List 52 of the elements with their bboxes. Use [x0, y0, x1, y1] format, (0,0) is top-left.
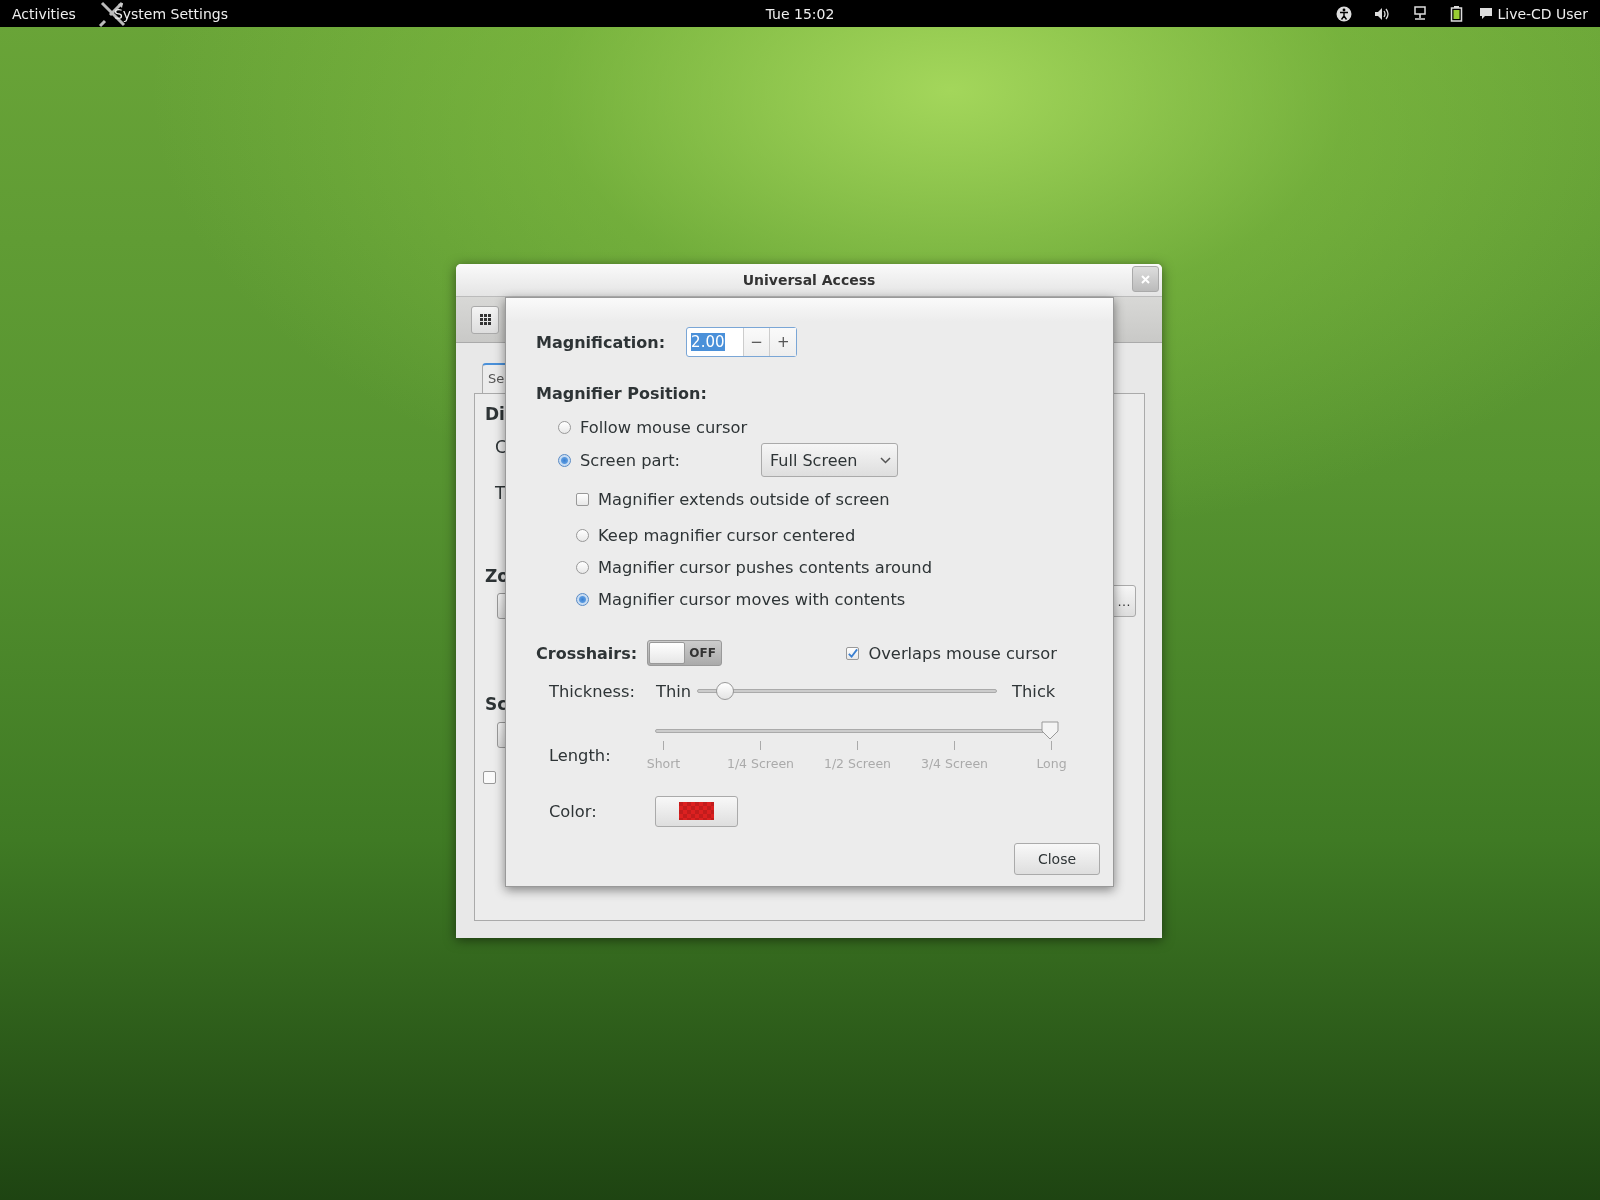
window-title: Universal Access [742, 272, 876, 288]
radio-button[interactable] [576, 528, 589, 542]
setting-label: T [494, 483, 506, 503]
scale-label: Thin [656, 681, 692, 701]
option-label: Keep magnifier cursor centered [598, 525, 856, 545]
close-icon [1140, 273, 1151, 285]
close-button[interactable]: Close [1014, 843, 1100, 875]
thickness-slider[interactable] [697, 681, 998, 701]
section-heading: Di [485, 404, 505, 424]
field-label: Color: [549, 801, 598, 821]
option-label: Screen part: [580, 450, 682, 470]
length-slider[interactable] [655, 721, 1058, 741]
field-label: Crosshairs: [536, 643, 638, 663]
color-button[interactable] [655, 795, 738, 827]
activities-button[interactable]: Activities [12, 5, 76, 22]
option-label: Magnifier extends outside of screen [598, 489, 890, 509]
close-button[interactable] [1132, 266, 1159, 292]
user-menu[interactable]: Live-CD User [1479, 5, 1588, 22]
grid-icon [479, 314, 491, 325]
tick-label: 3/4 Screen [920, 756, 989, 771]
scale-label: Thick [1012, 681, 1056, 701]
radio-button[interactable] [576, 560, 589, 574]
battery-icon[interactable] [1450, 5, 1464, 22]
section-heading: Magnifier Position: [536, 383, 707, 403]
tick-label: 1/4 Screen [726, 756, 795, 771]
crosshairs-switch[interactable]: OFF [647, 640, 723, 666]
checkbox[interactable] [483, 770, 496, 784]
radio-button[interactable] [558, 420, 571, 434]
accessibility-icon[interactable] [1336, 5, 1353, 22]
clock[interactable]: Tue 15:02 [765, 5, 835, 22]
option-label: Overlaps mouse cursor [868, 643, 1057, 663]
tick-label: Long [1036, 756, 1067, 771]
field-label: Thickness: [549, 681, 636, 701]
screen-part-dropdown[interactable]: Full Screen [761, 443, 898, 477]
slider-thumb[interactable] [1041, 721, 1059, 740]
tick-label: 1/2 Screen [823, 756, 892, 771]
section-heading: Sc [485, 694, 508, 714]
show-all-button[interactable] [471, 305, 499, 334]
radio-button[interactable] [558, 453, 571, 467]
radio-button[interactable] [576, 592, 589, 606]
checkbox[interactable] [576, 492, 589, 506]
option-label: Magnifier cursor moves with contents [598, 589, 906, 609]
field-label: Magnification: [536, 332, 666, 352]
app-menu[interactable]: System Settings [113, 5, 228, 22]
chat-bubble-icon [1479, 7, 1494, 20]
network-icon[interactable] [1412, 5, 1429, 22]
check-icon [847, 647, 859, 659]
chevron-down-icon [880, 456, 891, 464]
tick-label: Short [646, 756, 681, 771]
option-label: Follow mouse cursor [580, 417, 748, 437]
option-label: Magnifier cursor pushes contents around [598, 557, 932, 577]
checkbox[interactable] [846, 646, 860, 660]
